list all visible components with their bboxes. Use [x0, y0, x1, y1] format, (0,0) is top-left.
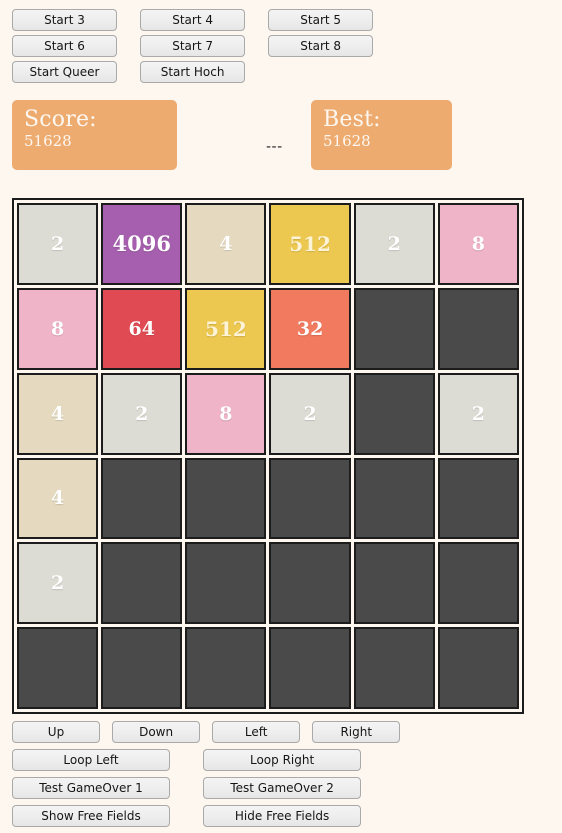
direction-buttons-row: Up Down Left Right [12, 721, 552, 749]
start-buttons-row-1: Start 3 Start 4 Start 5 [12, 9, 552, 35]
start-6-button[interactable]: Start 6 [12, 35, 117, 57]
tile-empty [437, 457, 519, 540]
tile-empty [437, 287, 519, 370]
tile-empty [101, 542, 183, 625]
start-7-button[interactable]: Start 7 [140, 35, 246, 57]
tile-empty [185, 457, 267, 540]
gameover-test-buttons-row: Test GameOver 1 Test GameOver 2 [12, 777, 552, 805]
tile-64: 64 [101, 287, 183, 370]
start-hoch-button[interactable]: Start Hoch [140, 61, 246, 83]
tile-2: 2 [437, 372, 519, 455]
tile-4: 4 [17, 457, 99, 540]
tile-empty [353, 457, 435, 540]
score-label: Score: [24, 107, 97, 132]
tile-4096: 4096 [101, 203, 183, 285]
start-3-button[interactable]: Start 3 [12, 9, 117, 31]
tile-4: 4 [17, 372, 99, 455]
move-left-button[interactable]: Left [212, 721, 301, 743]
tile-empty [353, 372, 435, 455]
tile-512: 512 [269, 203, 351, 285]
score-panel: Score: 51628 Best: 51628 [0, 100, 562, 172]
tile-4: 4 [185, 203, 267, 285]
tile-512: 512 [185, 287, 267, 370]
tile-2: 2 [17, 203, 99, 285]
game-board[interactable]: 2 4096 4 512 2 8 8 64 512 32 4 2 8 2 2 4 2 [12, 198, 524, 714]
tile-empty [437, 542, 519, 625]
score-box: Score: 51628 [12, 100, 177, 170]
score-separator: --- [266, 139, 283, 155]
move-down-button[interactable]: Down [112, 721, 201, 743]
tile-empty [353, 287, 435, 370]
loop-buttons-row: Loop Left Loop Right [12, 749, 552, 777]
start-buttons-row-2: Start 6 Start 7 Start 8 [12, 35, 552, 61]
tile-2: 2 [353, 203, 435, 285]
start-5-button[interactable]: Start 5 [268, 9, 374, 31]
move-up-button[interactable]: Up [12, 721, 100, 743]
start-buttons-row-3: Start Queer Start Hoch [12, 61, 552, 87]
start-8-button[interactable]: Start 8 [268, 35, 374, 57]
start-queer-button[interactable]: Start Queer [12, 61, 117, 83]
tile-empty [101, 627, 183, 709]
tile-empty [185, 627, 267, 709]
free-fields-buttons-row: Show Free Fields Hide Free Fields [12, 805, 552, 833]
tile-empty [269, 457, 351, 540]
game-grid: 2 4096 4 512 2 8 8 64 512 32 4 2 8 2 2 4 2 [17, 203, 519, 709]
loop-right-button[interactable]: Loop Right [203, 749, 362, 771]
tile-8: 8 [17, 287, 99, 370]
hide-free-fields-button[interactable]: Hide Free Fields [203, 805, 362, 827]
test-gameover-1-button[interactable]: Test GameOver 1 [12, 777, 170, 799]
best-score-box: Best: 51628 [311, 100, 452, 170]
tile-8: 8 [437, 203, 519, 285]
best-value: 51628 [323, 132, 371, 150]
start-4-button[interactable]: Start 4 [140, 9, 246, 31]
tile-8: 8 [185, 372, 267, 455]
show-free-fields-button[interactable]: Show Free Fields [12, 805, 170, 827]
tile-2: 2 [17, 542, 99, 625]
tile-empty [437, 627, 519, 709]
test-gameover-2-button[interactable]: Test GameOver 2 [203, 777, 362, 799]
tile-empty [185, 542, 267, 625]
tile-empty [101, 457, 183, 540]
best-label: Best: [323, 107, 381, 132]
tile-empty [269, 542, 351, 625]
tile-32: 32 [269, 287, 351, 370]
tile-empty [17, 627, 99, 709]
controls-panel: Up Down Left Right Loop Left Loop Right … [12, 721, 552, 833]
move-right-button[interactable]: Right [312, 721, 401, 743]
start-buttons-panel: Start 3 Start 4 Start 5 Start 6 Start 7 … [12, 9, 552, 87]
tile-2: 2 [101, 372, 183, 455]
tile-2: 2 [269, 372, 351, 455]
tile-empty [269, 627, 351, 709]
score-value: 51628 [24, 132, 72, 150]
loop-left-button[interactable]: Loop Left [12, 749, 170, 771]
tile-empty [353, 627, 435, 709]
tile-empty [353, 542, 435, 625]
